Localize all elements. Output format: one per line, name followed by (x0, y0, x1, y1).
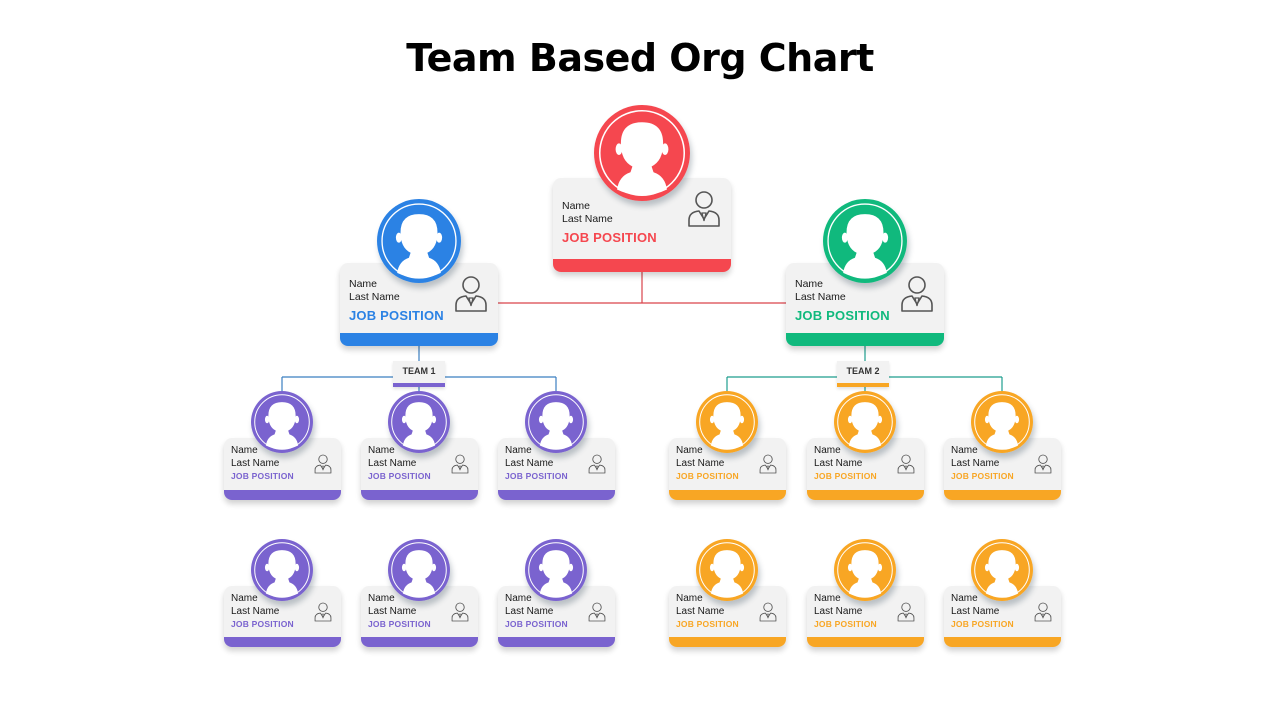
person-last-name: Last Name (676, 605, 725, 617)
person-last-name: Last Name (795, 291, 846, 304)
avatar (377, 199, 461, 283)
person-last-name: Last Name (505, 457, 554, 469)
card-color-bar (361, 490, 478, 500)
card-color-bar (807, 490, 924, 500)
avatar (594, 105, 690, 201)
job-position: JOB POSITION (562, 230, 657, 246)
job-position: JOB POSITION (814, 471, 877, 481)
person-last-name: Last Name (231, 605, 280, 617)
user-tie-icon (314, 601, 332, 623)
team-color-bar (393, 383, 445, 387)
card-text: Name Last Name JOB POSITION (349, 278, 444, 325)
person-avatar-icon (377, 199, 461, 283)
person-avatar-icon (525, 391, 587, 453)
person-last-name: Last Name (951, 605, 1000, 617)
person-avatar-icon (971, 539, 1033, 601)
user-tie-icon (588, 601, 606, 623)
card-color-bar (361, 637, 478, 647)
user-tie-icon (588, 453, 606, 475)
person-name: Name (562, 200, 591, 212)
job-position: JOB POSITION (951, 471, 1014, 481)
card-text: Name Last Name JOB POSITION (795, 278, 890, 325)
card-color-bar (786, 333, 944, 346)
person-avatar-icon (251, 391, 313, 453)
person-avatar-icon (594, 105, 690, 201)
person-last-name: Last Name (814, 605, 863, 617)
person-avatar-icon (388, 391, 450, 453)
card-color-bar (498, 490, 615, 500)
user-tie-icon (451, 453, 469, 475)
person-avatar-icon (696, 539, 758, 601)
avatar (388, 391, 450, 453)
avatar (251, 539, 313, 601)
avatar (834, 391, 896, 453)
user-tie-icon (1034, 453, 1052, 475)
job-position: JOB POSITION (814, 619, 877, 629)
team-label: TEAM 1 (402, 366, 436, 376)
avatar (823, 199, 907, 283)
job-position: JOB POSITION (505, 619, 568, 629)
person-last-name: Last Name (231, 457, 280, 469)
person-last-name: Last Name (349, 291, 400, 304)
person-last-name: Last Name (676, 457, 725, 469)
avatar (971, 391, 1033, 453)
card-color-bar (944, 637, 1061, 647)
person-last-name: Last Name (814, 457, 863, 469)
user-tie-icon (897, 601, 915, 623)
job-position: JOB POSITION (231, 471, 294, 481)
person-avatar-icon (251, 539, 313, 601)
user-tie-icon (897, 453, 915, 475)
job-position: JOB POSITION (231, 619, 294, 629)
avatar (251, 391, 313, 453)
user-tie-icon (687, 190, 721, 228)
avatar (525, 391, 587, 453)
card-color-bar (498, 637, 615, 647)
card-color-bar (669, 490, 786, 500)
team-label-tag: TEAM 1 (393, 361, 445, 387)
user-tie-icon (1034, 601, 1052, 623)
user-tie-icon (314, 453, 332, 475)
person-avatar-icon (388, 539, 450, 601)
card-color-bar (553, 259, 731, 272)
avatar (696, 539, 758, 601)
card-color-bar (224, 490, 341, 500)
job-position: JOB POSITION (349, 308, 444, 324)
person-avatar-icon (834, 539, 896, 601)
person-avatar-icon (834, 391, 896, 453)
avatar (834, 539, 896, 601)
user-tie-icon (759, 601, 777, 623)
user-tie-icon (759, 453, 777, 475)
card-color-bar (944, 490, 1061, 500)
avatar (525, 539, 587, 601)
avatar (696, 391, 758, 453)
person-last-name: Last Name (562, 213, 613, 226)
card-color-bar (807, 637, 924, 647)
person-last-name: Last Name (368, 605, 417, 617)
job-position: JOB POSITION (951, 619, 1014, 629)
person-avatar-icon (823, 199, 907, 283)
team-label: TEAM 2 (846, 366, 880, 376)
job-position: JOB POSITION (368, 471, 431, 481)
card-text: Name Last Name JOB POSITION (562, 200, 657, 247)
person-last-name: Last Name (951, 457, 1000, 469)
person-last-name: Last Name (368, 457, 417, 469)
person-last-name: Last Name (505, 605, 554, 617)
avatar (971, 539, 1033, 601)
page-title: Team Based Org Chart (406, 36, 874, 80)
job-position: JOB POSITION (505, 471, 568, 481)
person-avatar-icon (971, 391, 1033, 453)
job-position: JOB POSITION (676, 471, 739, 481)
avatar (388, 539, 450, 601)
job-position: JOB POSITION (676, 619, 739, 629)
person-avatar-icon (696, 391, 758, 453)
card-color-bar (224, 637, 341, 647)
job-position: JOB POSITION (795, 308, 890, 324)
person-avatar-icon (525, 539, 587, 601)
job-position: JOB POSITION (368, 619, 431, 629)
team-color-bar (837, 383, 889, 387)
user-tie-icon (451, 601, 469, 623)
card-color-bar (669, 637, 786, 647)
card-color-bar (340, 333, 498, 346)
team-label-tag: TEAM 2 (837, 361, 889, 387)
